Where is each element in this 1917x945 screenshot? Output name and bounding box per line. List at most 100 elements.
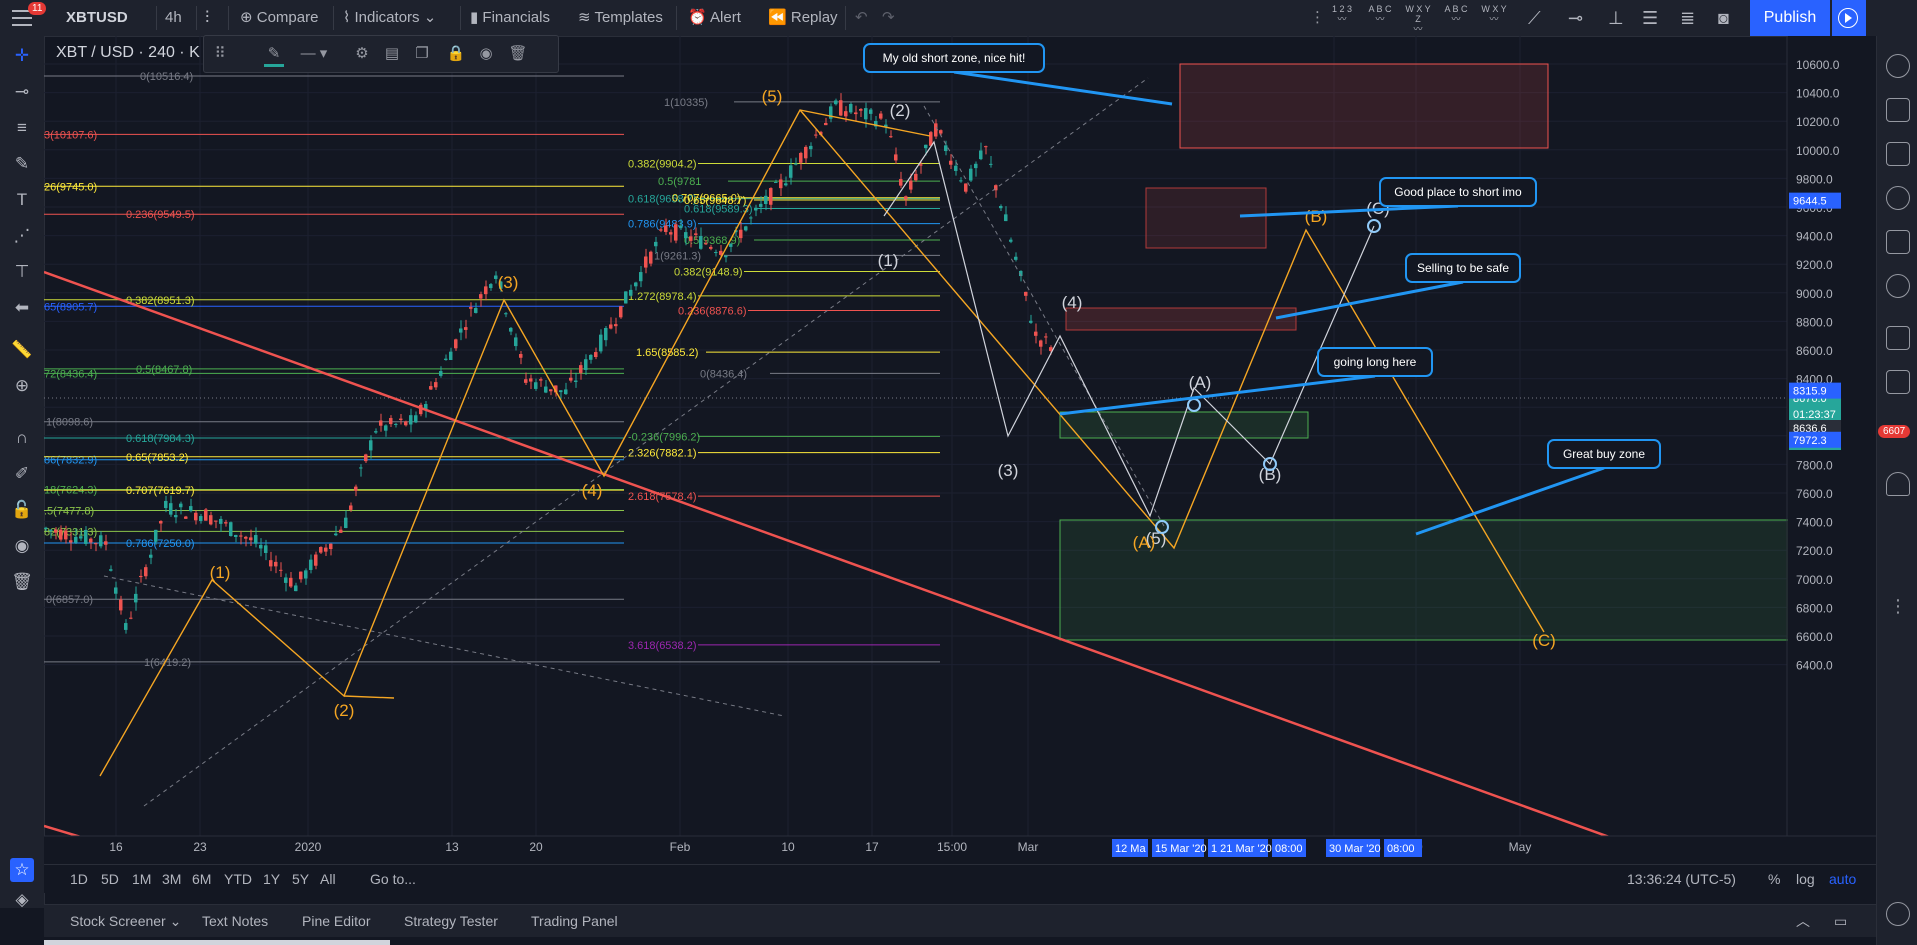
layers-icon[interactable]: ◈ <box>10 888 34 912</box>
sell-zone-box[interactable] <box>1065 307 1297 331</box>
trash-icon[interactable]: 🗑 <box>10 570 34 594</box>
short-zone-box[interactable] <box>1145 187 1267 249</box>
drag-handle-icon[interactable]: ⋮ <box>1310 0 1325 36</box>
ideas-icon[interactable] <box>1886 274 1910 298</box>
tab-pine-editor[interactable]: Pine Editor <box>302 905 370 937</box>
goto-button[interactable]: Go to... <box>370 865 416 893</box>
settings-gear-icon[interactable]: ⚙ <box>352 44 372 64</box>
range-1d[interactable]: 1D <box>70 865 88 893</box>
camera-icon[interactable]: ◙ <box>1718 0 1729 36</box>
short-zone-box[interactable] <box>1179 63 1549 149</box>
candle-body <box>549 389 553 392</box>
percent-toggle[interactable]: % <box>1768 865 1780 893</box>
maximize-icon[interactable]: ▭ <box>1834 905 1847 937</box>
magnet-icon[interactable]: ∩ <box>10 426 34 450</box>
buy-zone-box[interactable] <box>1059 519 1876 641</box>
eye-icon[interactable]: ◉ <box>476 44 496 64</box>
back-arrow-icon[interactable]: ⬅ <box>10 296 34 320</box>
trash-icon[interactable]: 🗑 <box>508 44 528 64</box>
crosshair-icon[interactable]: ✛ <box>10 44 34 68</box>
tab-stock-screener[interactable]: Stock Screener ⌄ <box>70 905 181 937</box>
wave-wxy-icon[interactable]: W X Y 〰 <box>1480 4 1508 32</box>
messages-icon[interactable] <box>1886 370 1910 394</box>
symbol-search[interactable]: XBTUSD <box>66 0 128 36</box>
range-5y[interactable]: 5Y <box>292 865 309 893</box>
tab-text-notes[interactable]: Text Notes <box>202 905 268 937</box>
range-all[interactable]: All <box>320 865 336 893</box>
wave-abc-icon[interactable]: A B C 〰 <box>1366 4 1394 32</box>
range-6m[interactable]: 6M <box>192 865 211 893</box>
wave-wxyz-icon[interactable]: W X Y Z 〰 <box>1404 4 1432 34</box>
hotlists-icon[interactable]: ⋮ <box>1886 596 1910 620</box>
text-icon[interactable]: T <box>10 188 34 212</box>
lock-icon[interactable]: 🔒 <box>446 44 466 64</box>
fib-retracement-icon[interactable]: ☰ <box>1642 0 1658 36</box>
candle-body <box>914 173 918 181</box>
candle-body <box>169 503 173 515</box>
clock[interactable]: 13:36:24 (UTC-5) <box>1627 865 1736 893</box>
annotation-callout[interactable]: Selling to be safe <box>1275 253 1521 320</box>
price-chart[interactable]: 0(10516.4) 3(10107.6) 26(9745.0) 0.236(9549… <box>44 36 1876 864</box>
annotation-callout[interactable]: Good place to short imo <box>1239 177 1537 218</box>
range-ytd[interactable]: YTD <box>224 865 252 893</box>
alert-button[interactable]: ⏰ Alert <box>688 0 741 36</box>
alarm-icon[interactable] <box>1886 54 1910 78</box>
interval-button[interactable]: 4h <box>165 0 182 36</box>
publish-button[interactable]: Publish <box>1750 0 1830 36</box>
trendline-icon[interactable]: ⟋ <box>1528 0 1541 36</box>
drag-handle-icon[interactable]: ⠿ <box>210 44 230 64</box>
auto-toggle[interactable]: auto <box>1829 865 1856 893</box>
brush-icon[interactable]: ✎ <box>10 152 34 176</box>
vertical-line-icon[interactable]: ⊥ <box>1608 0 1624 36</box>
templates-button[interactable]: ≋ Templates <box>578 0 663 36</box>
candle-body <box>599 334 603 352</box>
lock-icon[interactable]: 🔓 <box>10 498 34 522</box>
chat-icon[interactable] <box>1886 326 1910 350</box>
line-style-icon[interactable]: — ▾ <box>296 44 332 64</box>
compare-button[interactable]: ⊕ Compare <box>240 0 318 36</box>
wave-abc-2-icon[interactable]: A B C 〰 <box>1442 4 1470 32</box>
undo-icon[interactable]: ↶ <box>855 0 868 36</box>
scrollbar[interactable] <box>44 940 390 945</box>
wave-123-icon[interactable]: 1 2 3 〰 <box>1328 4 1356 32</box>
favorites-star-icon[interactable]: ☆ <box>10 858 34 882</box>
calendar-icon[interactable] <box>1886 230 1910 254</box>
tab-trading-panel[interactable]: Trading Panel <box>531 905 618 937</box>
candles-icon[interactable]: ⫶ <box>205 0 209 36</box>
zoom-icon[interactable]: ⊕ <box>10 374 34 398</box>
play-button[interactable] <box>1832 0 1866 36</box>
horizontal-ray-icon[interactable]: ⊸ <box>1568 0 1583 36</box>
pen-color-icon[interactable]: ✎ <box>264 44 284 67</box>
notification-bell-icon[interactable] <box>1886 472 1910 496</box>
horizontal-line-icon[interactable]: ⊸ <box>10 80 34 104</box>
range-3m[interactable]: 3M <box>162 865 181 893</box>
watchlist-icon[interactable] <box>1886 98 1910 122</box>
redo-icon[interactable]: ↷ <box>882 0 895 36</box>
financials-button[interactable]: ▮ Financials <box>470 0 550 36</box>
ruler-icon[interactable]: 📏 <box>10 338 34 362</box>
tab-strategy-tester[interactable]: Strategy Tester <box>404 905 498 937</box>
news-icon[interactable] <box>1886 142 1910 166</box>
range-1m[interactable]: 1M <box>132 865 151 893</box>
measure-icon[interactable]: ⊤ <box>10 260 34 284</box>
replay-button[interactable]: ⏪ Replay <box>768 0 838 36</box>
pattern-icon[interactable]: ⋰ <box>10 224 34 248</box>
candle-body <box>854 112 858 115</box>
clone-icon[interactable]: ❐ <box>412 44 432 64</box>
template-icon[interactable]: ▤ <box>382 44 402 64</box>
log-toggle[interactable]: log <box>1796 865 1815 893</box>
fib-extension-icon[interactable]: ≣ <box>1680 0 1695 36</box>
range-1y[interactable]: 1Y <box>263 865 280 893</box>
pencil-lock-icon[interactable]: ✐ <box>10 462 34 486</box>
collapse-up-icon[interactable]: ︿ <box>1796 905 1810 937</box>
eye-icon[interactable]: ◉ <box>10 534 34 558</box>
data-window-icon[interactable] <box>1886 186 1910 210</box>
help-icon[interactable] <box>1886 902 1910 926</box>
annotation-callout[interactable]: My old short zone, nice hit! <box>863 43 1173 106</box>
range-5d[interactable]: 5D <box>101 865 119 893</box>
candle-body <box>799 152 803 163</box>
fib-icon[interactable]: ≡ <box>10 116 34 140</box>
indicators-button[interactable]: ⌇ Indicators ⌄ <box>343 0 436 36</box>
annotation-callout[interactable]: going long here <box>1059 347 1433 416</box>
callout-text: Selling to be safe <box>1417 261 1509 275</box>
